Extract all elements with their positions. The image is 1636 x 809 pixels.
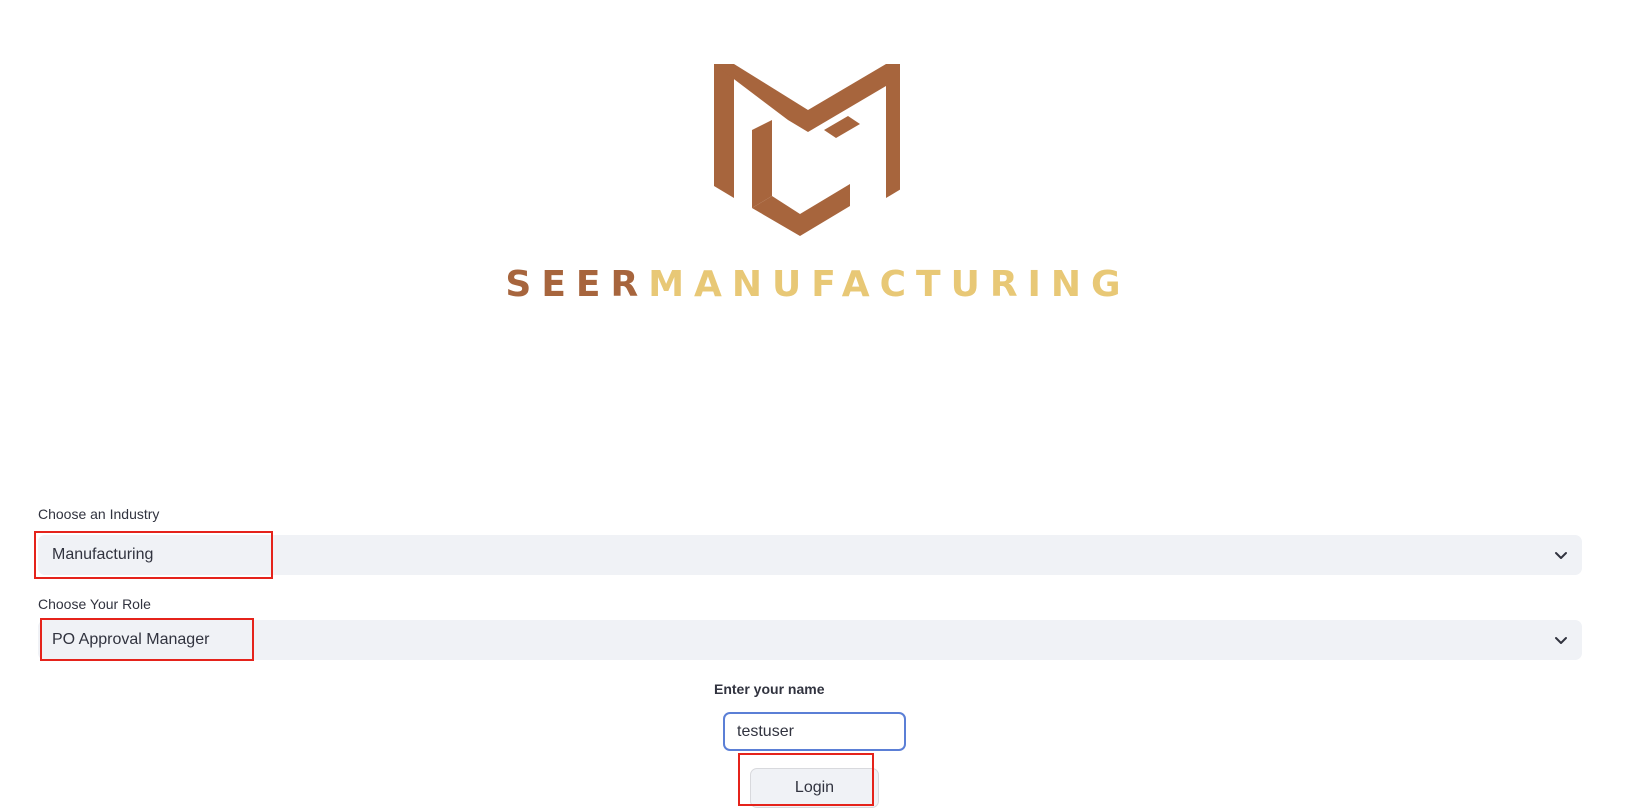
name-label: Enter your name — [714, 681, 825, 697]
brand-name-part2: MANUFACTURING — [648, 264, 1131, 305]
seer-manufacturing-logo — [714, 64, 900, 236]
brand-wordmark: SEERMANUFACTURING — [0, 265, 1636, 305]
login-button[interactable]: Login — [750, 768, 879, 808]
role-selected-value: PO Approval Manager — [52, 631, 210, 648]
role-label: Choose Your Role — [38, 596, 151, 612]
industry-select[interactable]: Manufacturing — [38, 535, 1582, 575]
role-select[interactable]: PO Approval Manager — [38, 620, 1582, 660]
industry-selected-value: Manufacturing — [52, 546, 154, 563]
chevron-down-icon — [1555, 552, 1567, 559]
brand-name-part1: SEER — [505, 264, 649, 305]
login-page: SEERMANUFACTURING Choose an Industry Man… — [0, 0, 1636, 809]
name-input[interactable] — [723, 712, 906, 751]
industry-label: Choose an Industry — [38, 506, 160, 522]
chevron-down-icon — [1555, 637, 1567, 644]
